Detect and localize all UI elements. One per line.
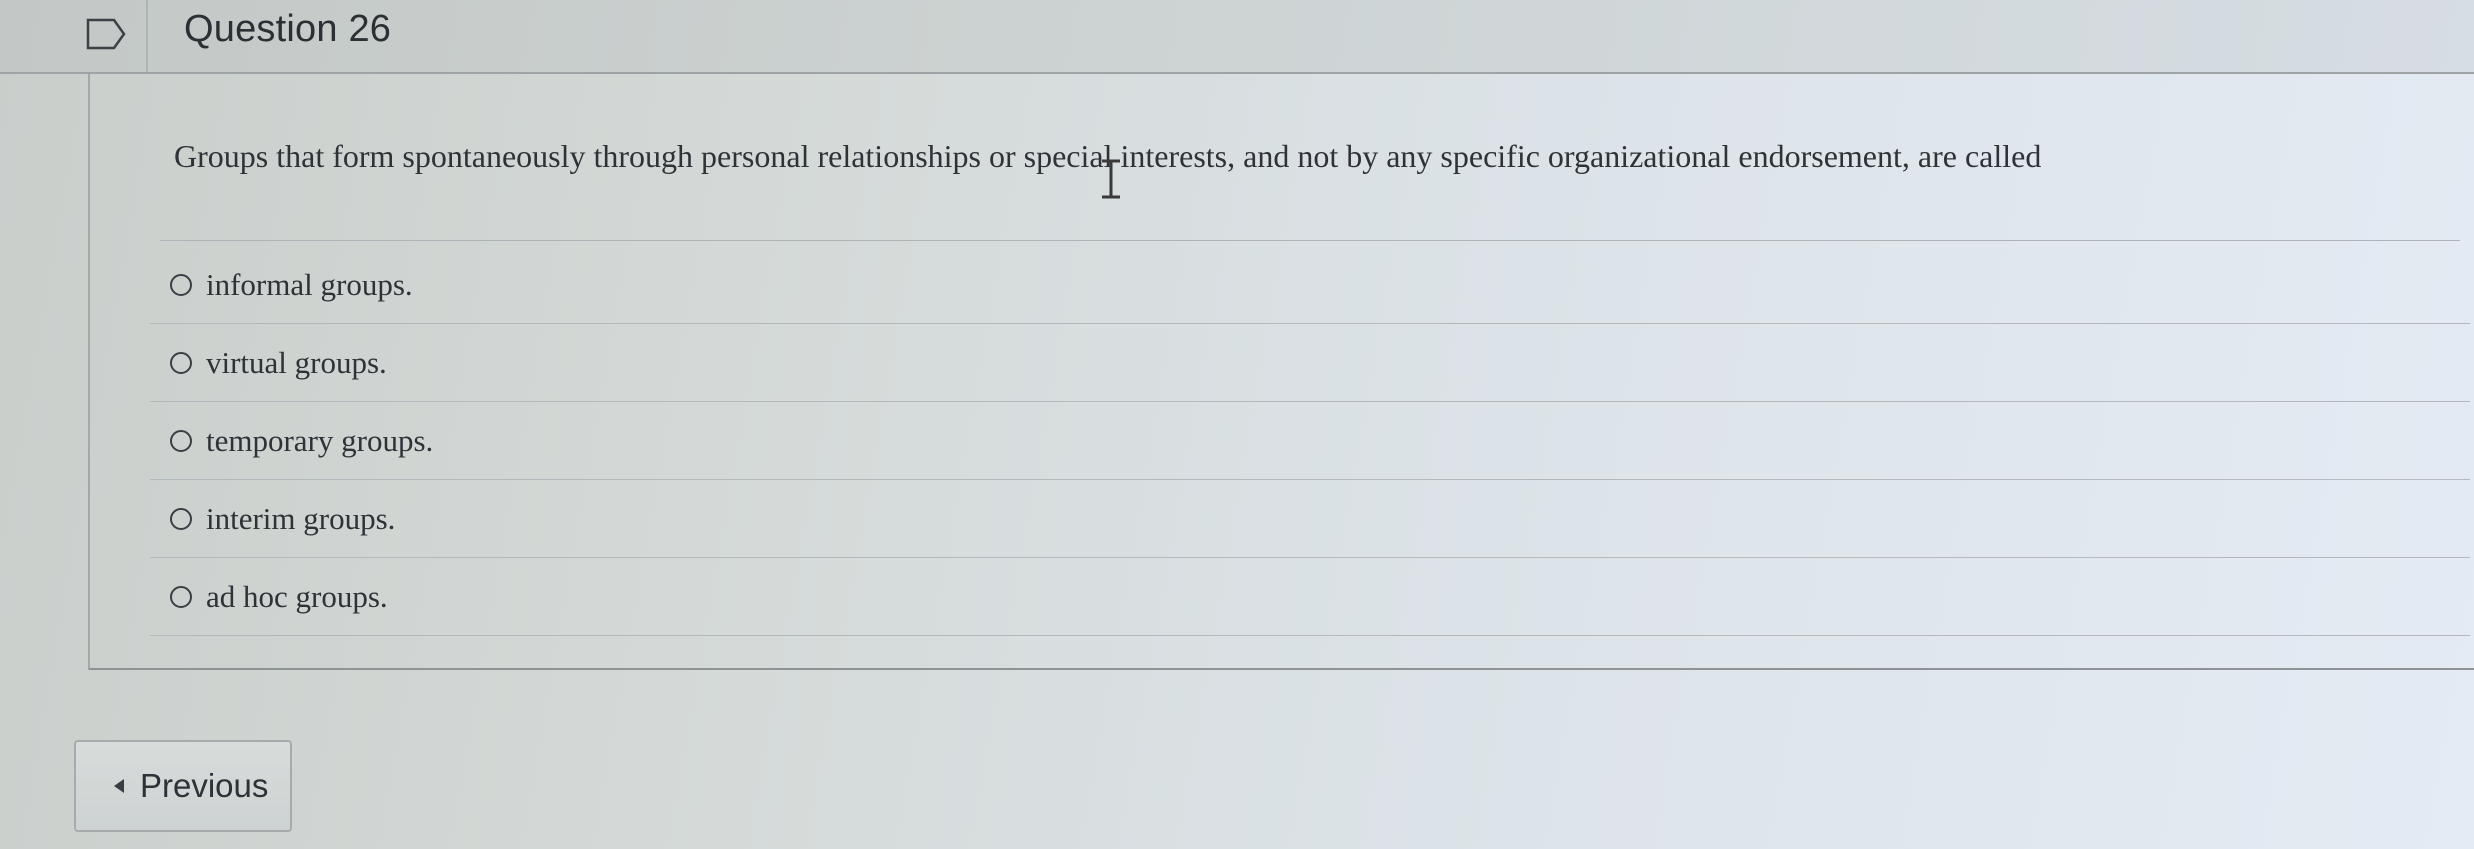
previous-button-label: Previous [140,767,269,804]
answer-label: informal groups. [206,266,413,302]
radio-button[interactable] [170,585,192,608]
answer-label: virtual groups. [206,344,387,380]
answer-label: temporary groups. [206,422,434,458]
radio-button[interactable] [170,273,192,296]
previous-button[interactable]: Previous [74,740,292,832]
answer-option-5[interactable]: ad hoc groups. [150,558,2470,636]
answer-option-3[interactable]: temporary groups. [150,402,2470,480]
answer-option-4[interactable]: interim groups. [150,480,2470,558]
triangle-left-icon [114,779,124,793]
question-header: Question 26 [0,0,2474,74]
answer-list: informal groups. virtual groups. tempora… [150,246,2470,636]
answer-option-2[interactable]: virtual groups. [150,324,2470,402]
header-divider [146,0,148,72]
answer-option-1[interactable]: informal groups. [150,246,2470,324]
question-body: Groups that form spontaneously through p… [88,74,2474,670]
flag-question-icon[interactable] [86,18,126,50]
radio-button[interactable] [170,507,192,530]
radio-button[interactable] [170,351,192,374]
question-title: Question 26 [184,8,392,50]
question-separator [160,240,2460,241]
radio-button[interactable] [170,429,192,452]
answer-label: ad hoc groups. [206,578,388,614]
answer-label: interim groups. [206,500,396,536]
i-beam-cursor-icon [1102,159,1120,199]
